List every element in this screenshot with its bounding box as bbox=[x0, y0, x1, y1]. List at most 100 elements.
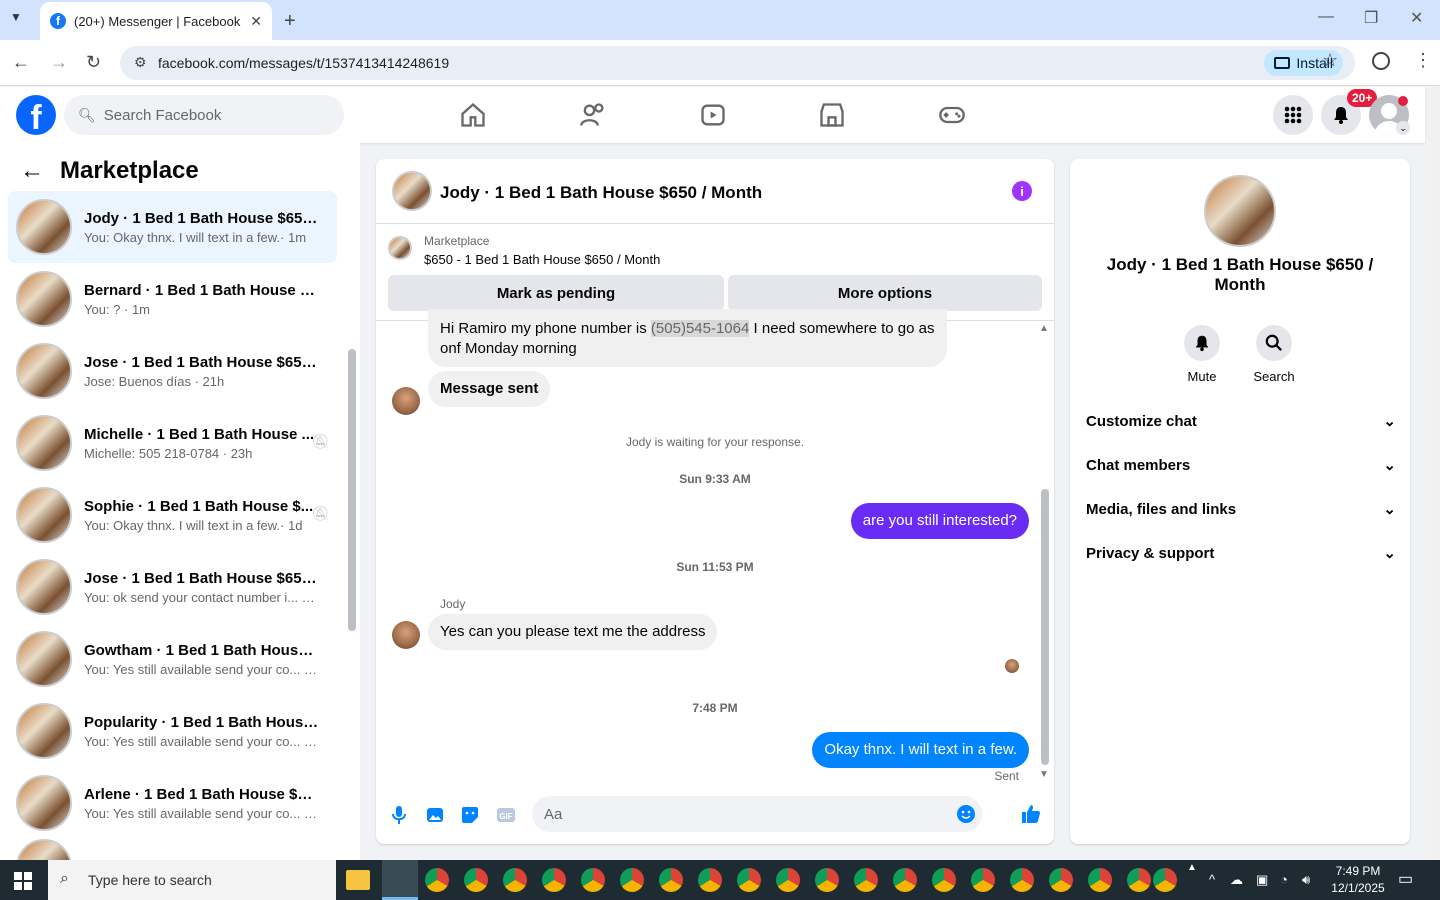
active-app-icon[interactable] bbox=[382, 860, 418, 900]
chat-thumbnail[interactable] bbox=[392, 171, 432, 211]
meet-now-icon[interactable]: ▣ bbox=[1256, 872, 1268, 888]
search-conversation-button[interactable]: Search bbox=[1244, 325, 1304, 384]
scroll-down-icon[interactable]: ▼ bbox=[1039, 769, 1049, 780]
conversation-item[interactable]: Sophie · 1 Bed 1 Bath House $... You: Oka… bbox=[8, 479, 337, 551]
close-tab-icon[interactable]: ✕ bbox=[250, 13, 262, 30]
site-info-icon[interactable]: ⚙ bbox=[134, 54, 147, 71]
facebook-search-input[interactable]: 🔍︎ Search Facebook bbox=[64, 95, 344, 135]
conversation-item[interactable]: Gowtham · 1 Bed 1 Bath House $... You: Ye… bbox=[8, 623, 337, 695]
home-icon[interactable] bbox=[459, 101, 487, 129]
conversation-snippet: Michelle: 505 218-0784 · 23h bbox=[84, 445, 253, 461]
incoming-message: Hi Ramiro my phone number is (505)545-10… bbox=[428, 309, 947, 367]
conversation-item[interactable]: Jose · 1 Bed 1 Bath House $650 /... Jose:… bbox=[8, 335, 337, 407]
details-thumbnail[interactable] bbox=[1204, 175, 1276, 247]
facebook-logo[interactable]: f bbox=[16, 95, 56, 135]
windows-start-icon[interactable] bbox=[14, 872, 32, 890]
chrome-icon[interactable] bbox=[464, 868, 488, 892]
bell-icon bbox=[1334, 107, 1348, 124]
conversation-item[interactable]: Michelle · 1 Bed 1 Bath House ... Michell… bbox=[8, 407, 337, 479]
menu-kebab-icon[interactable]: ⋮ bbox=[1414, 50, 1432, 71]
video-icon[interactable] bbox=[699, 101, 727, 129]
chrome-icon[interactable] bbox=[971, 868, 995, 892]
chrome-icon[interactable] bbox=[932, 868, 956, 892]
thumbs-up-icon[interactable] bbox=[1020, 803, 1042, 825]
chrome-icon[interactable] bbox=[659, 868, 683, 892]
privacy-support-section[interactable]: Privacy & support ⌄ bbox=[1086, 533, 1396, 573]
chrome-icon[interactable] bbox=[542, 868, 566, 892]
bookmark-star-icon[interactable]: ☆ bbox=[1322, 50, 1338, 71]
chrome-icon[interactable] bbox=[425, 868, 449, 892]
gaming-icon[interactable] bbox=[938, 101, 966, 129]
minimize-icon[interactable]: — bbox=[1318, 8, 1334, 26]
conversation-item[interactable]: Popularity · 1 Bed 1 Bath House ... You: … bbox=[8, 695, 337, 767]
chrome-icon[interactable] bbox=[698, 868, 722, 892]
waiting-status: Jody is waiting for your response. bbox=[625, 435, 805, 449]
restore-icon[interactable]: ❐ bbox=[1364, 8, 1378, 28]
conversation-item[interactable]: Arlene · 1 Bed 1 Bath House $65... You: Y… bbox=[8, 767, 337, 839]
chat-members-section[interactable]: Chat members ⌄ bbox=[1086, 445, 1396, 485]
window-close-icon[interactable]: ✕ bbox=[1410, 8, 1423, 28]
chrome-icon[interactable] bbox=[1153, 868, 1177, 892]
profile-icon[interactable] bbox=[1372, 52, 1390, 70]
chrome-icon[interactable] bbox=[1049, 868, 1073, 892]
taskbar-scroll-icon[interactable]: ▲ bbox=[1187, 862, 1197, 873]
taskbar-search-input[interactable]: ⌕ Type here to search bbox=[48, 860, 336, 900]
chrome-icon[interactable] bbox=[1088, 868, 1112, 892]
conversation-item[interactable] bbox=[8, 839, 337, 860]
url-field[interactable]: ⚙ facebook.com/messages/t/15374134142486… bbox=[120, 46, 1355, 80]
wifi-icon[interactable]: ◔ bbox=[1280, 872, 1288, 887]
back-icon[interactable]: ← bbox=[12, 52, 30, 73]
file-explorer-icon[interactable] bbox=[346, 870, 370, 890]
emoji-icon[interactable] bbox=[956, 804, 976, 824]
listing-title[interactable]: $650 - 1 Bed 1 Bath House $650 / Month bbox=[424, 252, 660, 267]
customize-chat-section[interactable]: Customize chat ⌄ bbox=[1086, 401, 1396, 441]
scroll-up-icon[interactable]: ▲ bbox=[1039, 323, 1049, 334]
message-input[interactable]: Aa bbox=[532, 796, 982, 832]
chrome-icon[interactable] bbox=[854, 868, 878, 892]
info-icon[interactable]: i bbox=[1012, 181, 1032, 201]
conversation-item[interactable]: Bernard · 1 Bed 1 Bath House $6... You: ?… bbox=[8, 263, 337, 335]
sticker-icon[interactable] bbox=[460, 805, 480, 825]
chrome-icon[interactable] bbox=[776, 868, 800, 892]
conversation-snippet: Jose: Buenos días · 21h bbox=[84, 373, 225, 389]
volume-icon[interactable]: 🔊︎ bbox=[1302, 872, 1310, 888]
mute-button[interactable]: Mute bbox=[1172, 325, 1232, 384]
taskbar-clock[interactable]: 7:49 PM 12/1/2025 bbox=[1320, 863, 1396, 897]
menu-grid-button[interactable] bbox=[1273, 95, 1313, 135]
chevron-down-icon[interactable]: ⌄ bbox=[1396, 121, 1410, 135]
chat-title[interactable]: Jody · 1 Bed 1 Bath House $650 / Month bbox=[440, 183, 762, 203]
chrome-icon[interactable] bbox=[503, 868, 527, 892]
sender-avatar[interactable] bbox=[392, 387, 420, 415]
notification-center-icon[interactable]: ▭ bbox=[1398, 869, 1413, 889]
forward-icon[interactable]: → bbox=[50, 52, 68, 73]
mark-as-pending-button[interactable]: Mark as pending bbox=[388, 275, 724, 311]
tray-overflow-icon[interactable]: ^ bbox=[1209, 872, 1215, 887]
new-tab-icon[interactable]: + bbox=[284, 10, 296, 33]
back-arrow-icon[interactable]: ← bbox=[20, 157, 44, 185]
gif-icon[interactable]: GIF bbox=[496, 805, 516, 825]
page-scrollbar[interactable] bbox=[1428, 87, 1440, 860]
chrome-icon[interactable] bbox=[737, 868, 761, 892]
reload-icon[interactable]: ↻ bbox=[86, 52, 101, 73]
microphone-icon[interactable] bbox=[390, 805, 408, 825]
more-options-button[interactable]: More options bbox=[728, 275, 1042, 311]
chrome-icon[interactable] bbox=[620, 868, 644, 892]
phone-number-link[interactable]: (505)545-1064 bbox=[650, 320, 750, 337]
sender-avatar[interactable] bbox=[392, 621, 420, 649]
conversation-item[interactable]: Jody · 1 Bed 1 Bath House $650 /... You: … bbox=[8, 191, 337, 263]
browser-tab[interactable]: f (20+) Messenger | Facebook ✕ bbox=[40, 2, 272, 40]
tab-search-icon[interactable]: ▼ bbox=[10, 10, 22, 24]
chat-scrollbar[interactable] bbox=[1041, 489, 1049, 765]
chrome-icon[interactable] bbox=[815, 868, 839, 892]
chrome-icon[interactable] bbox=[581, 868, 605, 892]
media-files-links-section[interactable]: Media, files and links ⌄ bbox=[1086, 489, 1396, 529]
onedrive-icon[interactable]: ☁ bbox=[1230, 872, 1243, 888]
friends-icon[interactable] bbox=[579, 101, 607, 129]
chrome-icon[interactable] bbox=[1010, 868, 1034, 892]
chrome-icon[interactable] bbox=[1127, 868, 1151, 892]
photo-icon[interactable] bbox=[425, 805, 445, 825]
sidebar-scrollbar[interactable] bbox=[348, 349, 356, 631]
chrome-icon[interactable] bbox=[893, 868, 917, 892]
conversation-item[interactable]: Jose · 1 Bed 1 Bath House $650 /... You: … bbox=[8, 551, 337, 623]
marketplace-icon[interactable] bbox=[818, 101, 846, 129]
